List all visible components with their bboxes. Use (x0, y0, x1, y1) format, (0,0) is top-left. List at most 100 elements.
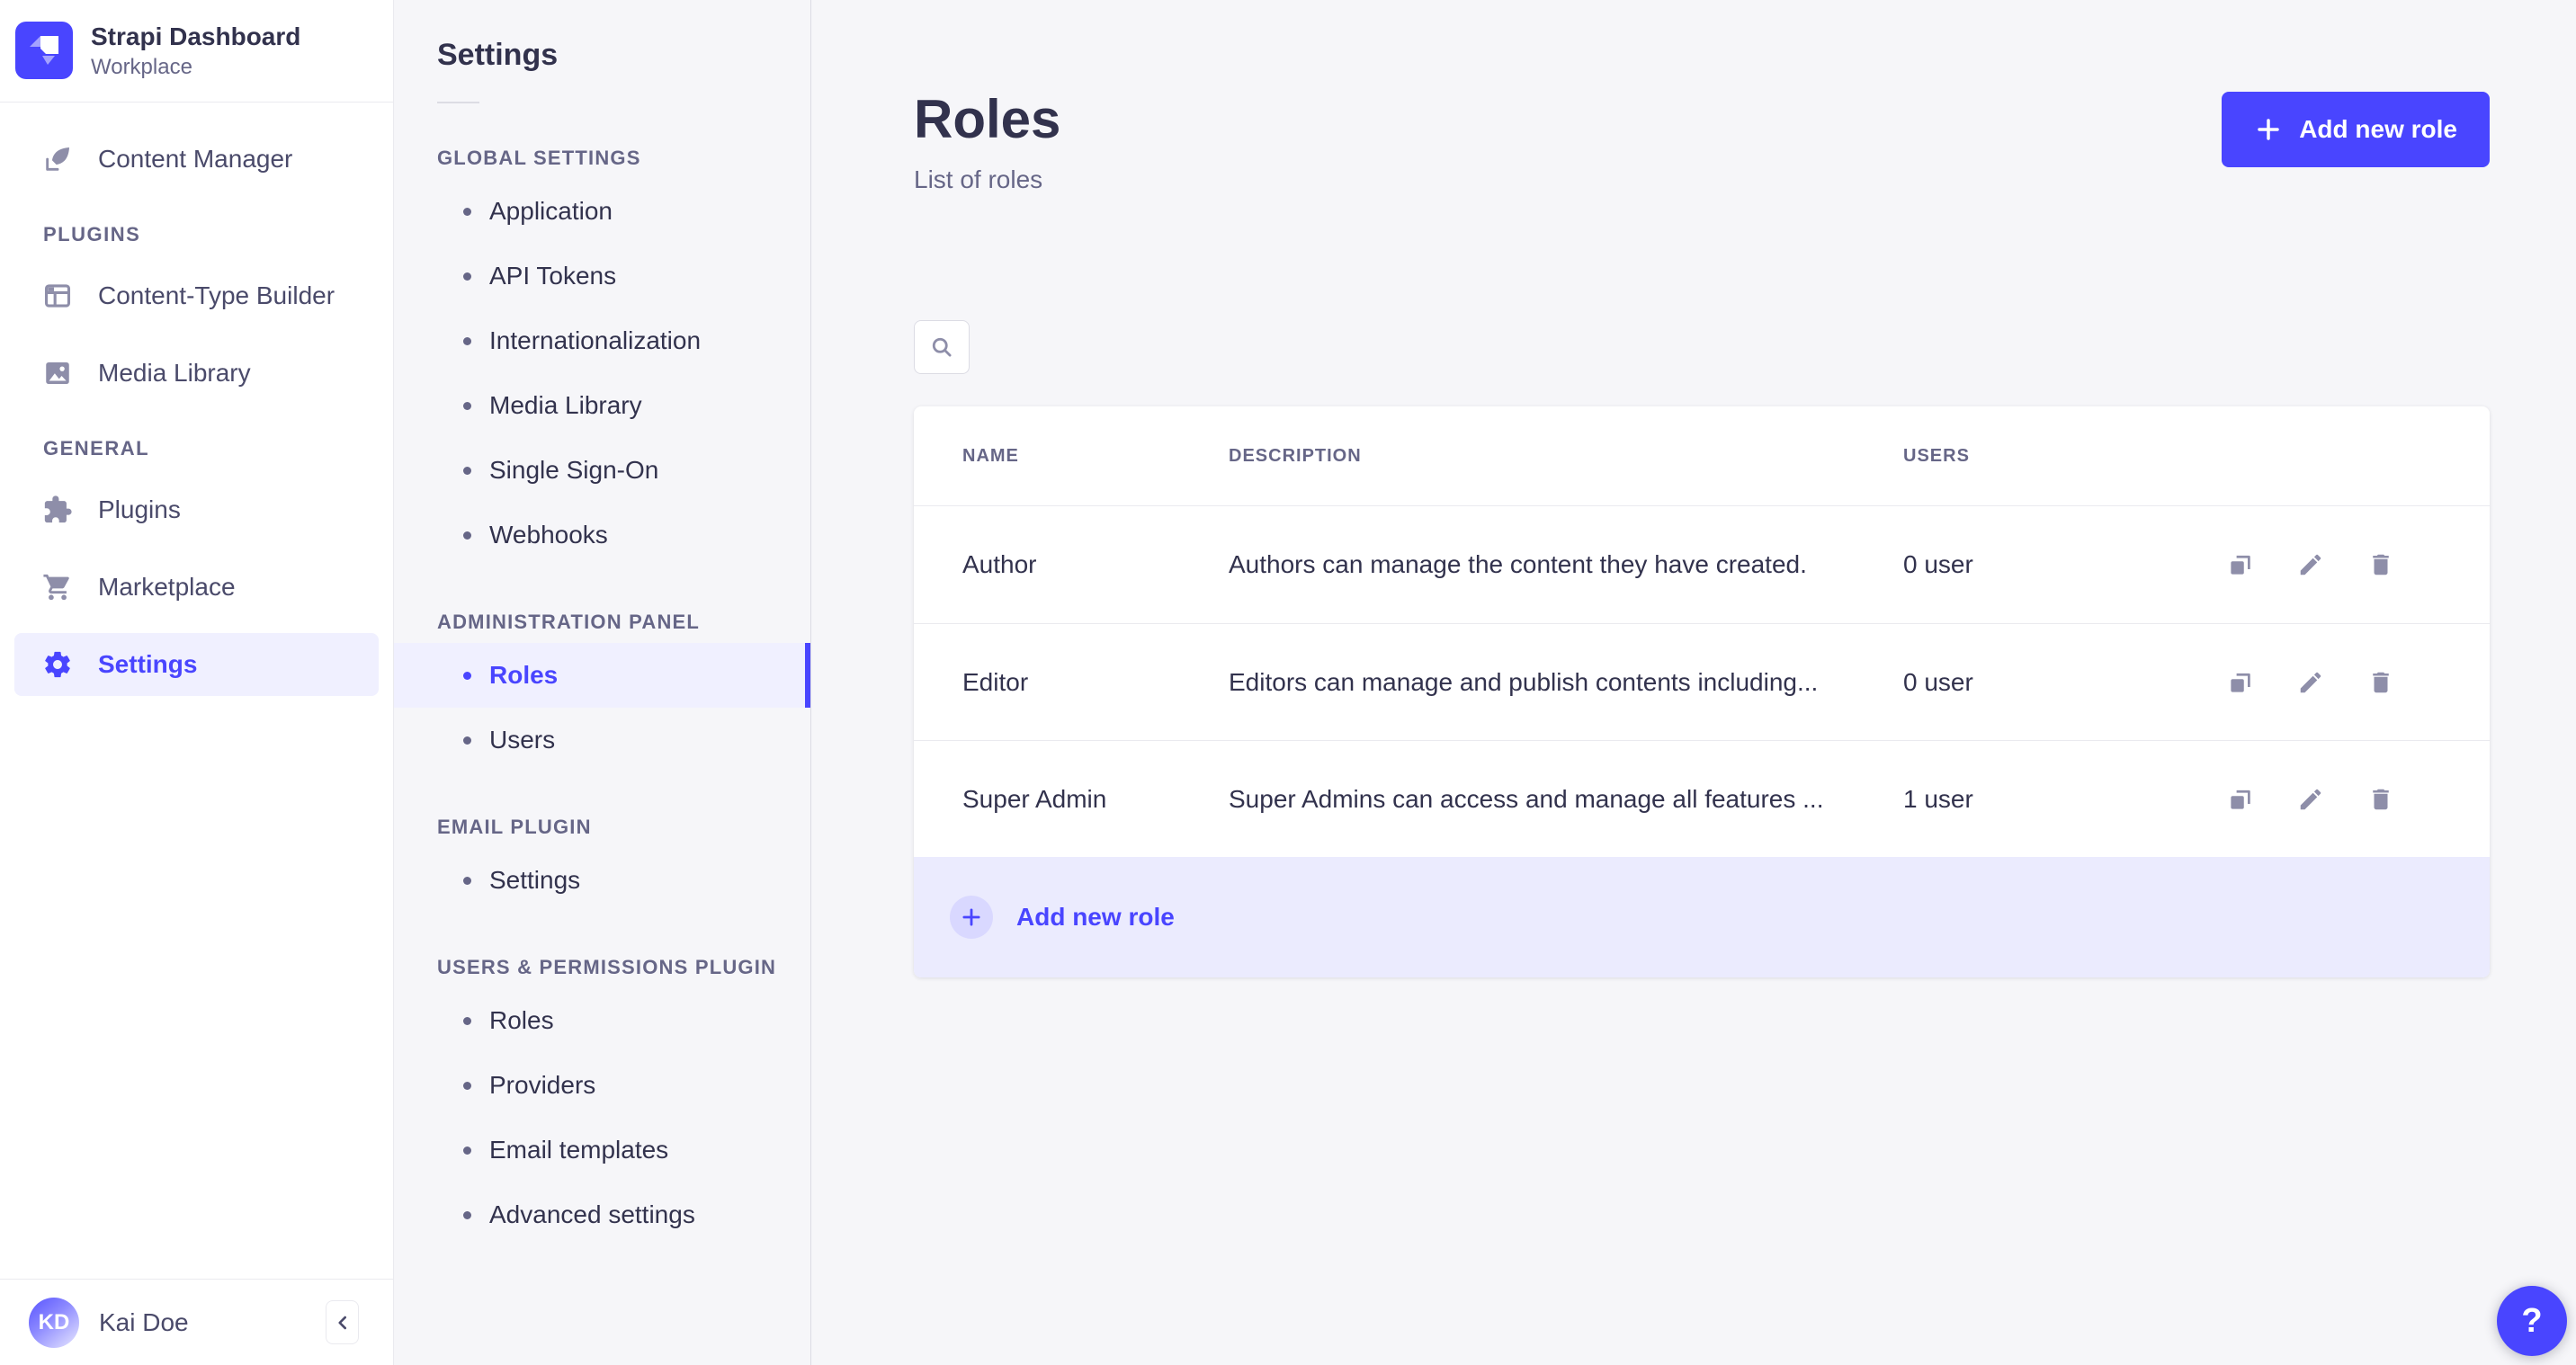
subnav-item-webhooks[interactable]: Webhooks (394, 503, 810, 567)
bullet-dot (463, 1146, 471, 1155)
bullet-dot (463, 531, 471, 540)
duplicate-button[interactable] (2227, 785, 2256, 814)
subnav-item-internationalization[interactable]: Internationalization (394, 308, 810, 373)
table-row-editor[interactable]: Editor Editors can manage and publish co… (914, 623, 2490, 740)
subnav-section-global-settings: GLOBAL SETTINGS Application API Tokens I… (394, 147, 810, 567)
table-header-row: NAME DESCRIPTION USERS (914, 406, 2490, 506)
roles-table-card: NAME DESCRIPTION USERS Author Authors ca… (914, 406, 2490, 977)
page-subtitle: List of roles (914, 165, 1043, 193)
avatar: KD (29, 1297, 79, 1348)
add-new-role-row[interactable]: Add new role (914, 857, 2490, 977)
subnav-item-up-roles[interactable]: Roles (394, 988, 810, 1053)
delete-button[interactable] (2367, 785, 2396, 814)
column-header-description: DESCRIPTION (1229, 445, 1362, 466)
bullet-dot (463, 466, 471, 475)
column-header-users: USERS (1903, 445, 1970, 466)
role-users-count: 0 user (1903, 667, 1973, 696)
plus-icon (2254, 115, 2283, 144)
subnav-item-label: Roles (489, 1006, 554, 1034)
subnav-item-roles[interactable]: Roles (394, 643, 810, 708)
subnav-item-advanced-settings[interactable]: Advanced settings (394, 1182, 810, 1247)
main-content: Roles List of roles Add new role NAME DE… (811, 0, 2576, 1365)
subnav-section-header: GLOBAL SETTINGS (437, 147, 641, 169)
page-title: Roles (914, 89, 1061, 149)
image-icon (42, 358, 73, 388)
subnav-item-api-tokens[interactable]: API Tokens (394, 244, 810, 308)
subnav-section-administration-panel: ADMINISTRATION PANEL Roles Users (394, 611, 810, 772)
add-new-role-button[interactable]: Add new role (2222, 92, 2490, 167)
sidebar-section-general: GENERAL (43, 436, 150, 459)
sidebar-item-label: Plugins (98, 495, 181, 523)
role-users-count: 0 user (1903, 550, 1973, 578)
row-actions (2227, 550, 2396, 579)
sidebar-item-marketplace[interactable]: Marketplace (14, 556, 379, 619)
subnav-item-label: Roles (489, 661, 559, 689)
subnav-item-label: Settings (489, 866, 581, 894)
sidebar-item-plugins[interactable]: Plugins (14, 478, 379, 541)
bullet-dot (463, 876, 471, 885)
subnav-item-label: Media Library (489, 391, 642, 419)
edit-button[interactable] (2297, 668, 2326, 697)
sidebar-item-content-type-builder[interactable]: Content-Type Builder (14, 264, 379, 327)
subnav-item-label: Webhooks (489, 521, 608, 549)
sidebar-item-content-manager[interactable]: Content Manager (14, 128, 379, 191)
layout-grid-icon (42, 281, 73, 311)
subnav-section-users-permissions: USERS & PERMISSIONS PLUGIN Roles Provide… (394, 956, 810, 1247)
row-actions (2227, 785, 2396, 814)
subnav-title: Settings (437, 38, 559, 72)
search-button[interactable] (914, 320, 970, 374)
user-name: Kai Doe (99, 1307, 189, 1336)
subnav-item-label: Single Sign-On (489, 456, 659, 484)
delete-button[interactable] (2367, 550, 2396, 579)
column-header-name: NAME (962, 445, 1019, 466)
add-new-role-label: Add new role (2299, 115, 2457, 143)
help-button[interactable]: ? (2497, 1286, 2567, 1356)
table-row-super-admin[interactable]: Super Admin Super Admins can access and … (914, 740, 2490, 857)
subnav-item-label: Application (489, 197, 613, 225)
workspace-name: Workplace (91, 54, 192, 79)
subnav-item-single-sign-on[interactable]: Single Sign-On (394, 438, 810, 503)
table-row-author[interactable]: Author Authors can manage the content th… (914, 506, 2490, 623)
bullet-dot (463, 207, 471, 216)
sidebar-item-label: Content-Type Builder (98, 281, 335, 309)
role-users-count: 1 user (1903, 784, 1973, 813)
duplicate-button[interactable] (2227, 550, 2256, 579)
subnav-item-email-templates[interactable]: Email templates (394, 1118, 810, 1182)
subnav-item-email-settings[interactable]: Settings (394, 848, 810, 913)
subnav-item-providers[interactable]: Providers (394, 1053, 810, 1118)
add-new-role-row-label: Add new role (1016, 903, 1175, 931)
edit-button[interactable] (2297, 550, 2326, 579)
role-name: Author (962, 550, 1037, 578)
bullet-dot (463, 336, 471, 345)
sidebar-item-label: Content Manager (98, 144, 293, 173)
strapi-logo-icon (15, 22, 73, 80)
cart-icon (42, 572, 73, 602)
role-description: Editors can manage and publish contents … (1229, 667, 1819, 696)
gear-icon (42, 649, 73, 680)
bullet-dot (463, 1210, 471, 1219)
collapse-sidebar-button[interactable] (326, 1300, 359, 1344)
brand: Strapi Dashboard Workplace (0, 0, 393, 102)
subnav-item-application[interactable]: Application (394, 179, 810, 244)
divider (437, 102, 479, 103)
duplicate-button[interactable] (2227, 668, 2256, 697)
delete-button[interactable] (2367, 668, 2396, 697)
sidebar-item-media-library[interactable]: Media Library (14, 342, 379, 405)
main-nav-list: Content Manager PLUGINS Content-Type Bui… (0, 103, 393, 1279)
page-header-text: Roles List of roles (914, 90, 1060, 194)
settings-subnav: Settings GLOBAL SETTINGS Application API… (394, 0, 811, 1365)
subnav-item-label: Providers (489, 1071, 596, 1099)
feather-pen-icon (42, 144, 73, 174)
subnav-item-media-library[interactable]: Media Library (394, 373, 810, 438)
edit-button[interactable] (2297, 785, 2326, 814)
search-icon (929, 335, 954, 360)
sidebar-section-plugins: PLUGINS (43, 222, 141, 245)
subnav-section-header: USERS & PERMISSIONS PLUGIN (437, 956, 777, 978)
chevron-left-icon (331, 1311, 354, 1334)
subnav-section-email-plugin: EMAIL PLUGIN Settings (394, 816, 810, 913)
role-description: Super Admins can access and manage all f… (1229, 784, 1824, 813)
sidebar-item-settings[interactable]: Settings (14, 632, 379, 696)
bullet-dot (463, 272, 471, 281)
subnav-item-users[interactable]: Users (394, 708, 810, 772)
subnav-item-label: API Tokens (489, 262, 617, 290)
